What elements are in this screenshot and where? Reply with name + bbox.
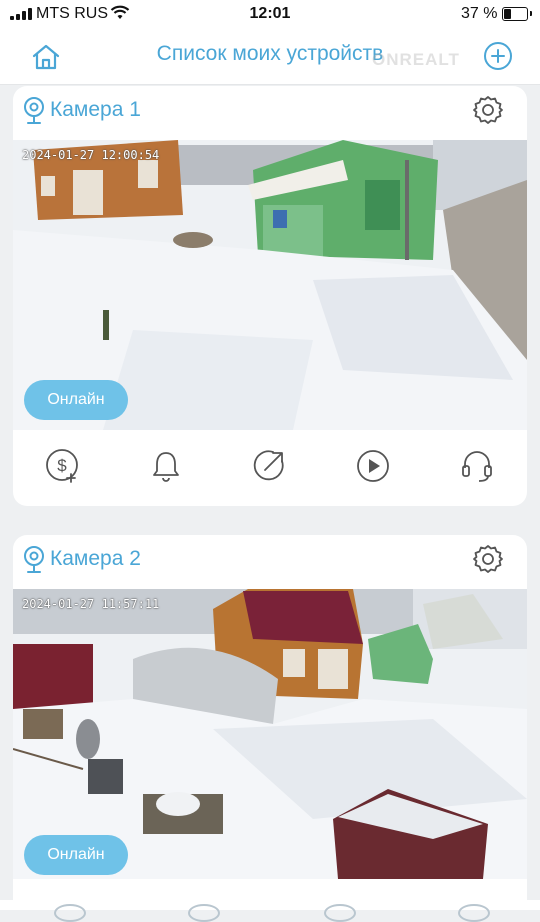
watermark: ONREALT bbox=[372, 50, 460, 69]
battery-icon bbox=[502, 7, 532, 21]
tab-icon[interactable] bbox=[54, 904, 86, 922]
camera-feed[interactable]: 2024-01-27 11:57:11 Онлайн bbox=[13, 589, 527, 879]
camera-card: Камера 2 2024-01-27 11:57:11 Онлайн bbox=[13, 535, 527, 910]
svg-text:$: $ bbox=[57, 456, 67, 475]
tab-icon[interactable] bbox=[188, 904, 220, 922]
feed-timestamp: 2024-01-27 11:57:11 bbox=[22, 597, 160, 611]
camera-card-header: Камера 2 bbox=[13, 535, 527, 589]
settings-gear-icon[interactable] bbox=[472, 543, 504, 575]
battery-percent: 37 % bbox=[461, 5, 498, 22]
status-bar: MTS RUS 12:01 37 % bbox=[0, 0, 540, 30]
online-status-badge: Онлайн bbox=[24, 380, 128, 420]
bell-icon[interactable] bbox=[148, 448, 184, 484]
app-header: Список моих устройств ONREALT bbox=[0, 30, 540, 85]
add-device-icon[interactable] bbox=[483, 41, 513, 71]
feed-timestamp: 2024-01-27 12:00:54 bbox=[22, 148, 160, 162]
camera-card: Камера 1 2024-01-27 12:00:54 Онлайн $ bbox=[13, 86, 527, 506]
camera-location-icon bbox=[24, 97, 44, 124]
tab-icon[interactable] bbox=[458, 904, 490, 922]
bottom-tab-bar bbox=[0, 900, 540, 922]
clock: 12:01 bbox=[249, 5, 291, 22]
camera-name[interactable]: Камера 1 bbox=[50, 98, 141, 122]
camera-name[interactable]: Камера 2 bbox=[50, 547, 141, 571]
tab-icon[interactable] bbox=[324, 904, 356, 922]
camera-location-icon bbox=[24, 546, 44, 573]
camera-feed[interactable]: 2024-01-27 12:00:54 Онлайн bbox=[13, 140, 527, 430]
cloud-pay-icon[interactable]: $ bbox=[45, 448, 81, 484]
camera-actions: $ bbox=[13, 430, 527, 506]
online-status-badge: Онлайн bbox=[24, 835, 128, 875]
camera-card-header: Камера 1 bbox=[13, 86, 527, 140]
playback-icon[interactable] bbox=[355, 448, 391, 484]
headset-icon[interactable] bbox=[459, 448, 495, 484]
share-icon[interactable] bbox=[251, 448, 287, 484]
settings-gear-icon[interactable] bbox=[472, 94, 504, 126]
